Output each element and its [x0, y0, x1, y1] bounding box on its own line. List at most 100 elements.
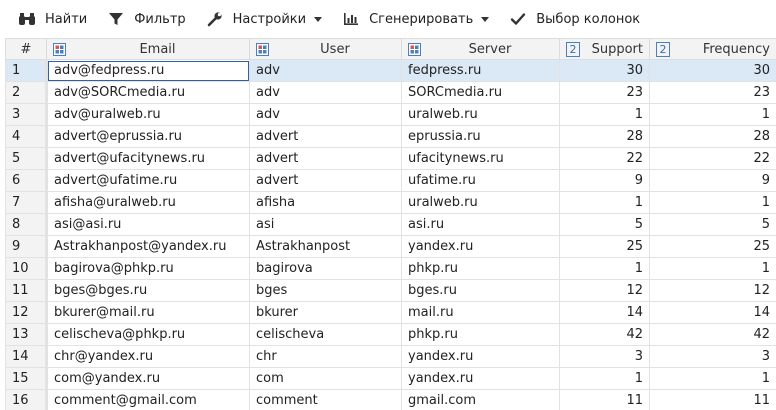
row-number[interactable]: 3: [5, 103, 47, 126]
support-cell[interactable]: 14: [559, 301, 650, 324]
email-cell[interactable]: advert@ufatime.ru: [45, 169, 250, 192]
row-number[interactable]: 8: [5, 213, 47, 236]
frequency-cell[interactable]: 22: [649, 147, 776, 170]
user-cell[interactable]: bagirova: [249, 257, 402, 280]
email-cell[interactable]: adv@uralweb.ru: [45, 103, 250, 126]
frequency-cell[interactable]: 28: [649, 125, 776, 148]
row-number[interactable]: 12: [5, 301, 47, 324]
frequency-cell[interactable]: 1: [649, 367, 776, 390]
table-row[interactable]: 8 asi@asi.ru asi asi.ru 5 5: [5, 213, 776, 236]
server-cell[interactable]: yandex.ru: [401, 345, 560, 368]
support-cell[interactable]: 11: [559, 389, 650, 410]
user-cell[interactable]: bges: [249, 279, 402, 302]
row-number[interactable]: 1: [5, 59, 47, 82]
row-number[interactable]: 6: [5, 169, 47, 192]
column-header-user[interactable]: User: [249, 38, 402, 60]
email-cell[interactable]: com@yandex.ru: [45, 367, 250, 390]
column-header-num[interactable]: #: [5, 38, 47, 60]
user-cell[interactable]: advert: [249, 147, 402, 170]
support-cell[interactable]: 1: [559, 191, 650, 214]
email-cell[interactable]: adv@SORCmedia.ru: [45, 81, 250, 104]
server-cell[interactable]: yandex.ru: [401, 367, 560, 390]
server-cell[interactable]: phkp.ru: [401, 323, 560, 346]
frequency-cell[interactable]: 30: [649, 59, 776, 82]
row-number[interactable]: 14: [5, 345, 47, 368]
support-cell[interactable]: 28: [559, 125, 650, 148]
table-row[interactable]: 14 chr@yandex.ru chr yandex.ru 3 3: [5, 345, 776, 368]
user-cell[interactable]: asi: [249, 213, 402, 236]
server-cell[interactable]: mail.ru: [401, 301, 560, 324]
server-cell[interactable]: asi.ru: [401, 213, 560, 236]
row-number[interactable]: 9: [5, 235, 47, 258]
frequency-cell[interactable]: 25: [649, 235, 776, 258]
table-row[interactable]: 3 adv@uralweb.ru adv uralweb.ru 1 1: [5, 103, 776, 126]
frequency-cell[interactable]: 23: [649, 81, 776, 104]
row-number[interactable]: 4: [5, 125, 47, 148]
generate-button[interactable]: Сгенерировать: [342, 5, 490, 33]
email-cell[interactable]: advert@eprussia.ru: [45, 125, 250, 148]
table-row[interactable]: 10 bagirova@phkp.ru bagirova phkp.ru 1 1: [5, 257, 776, 280]
server-cell[interactable]: phkp.ru: [401, 257, 560, 280]
email-cell[interactable]: bges@bges.ru: [45, 279, 250, 302]
email-cell[interactable]: celischeva@phkp.ru: [45, 323, 250, 346]
email-cell[interactable]: chr@yandex.ru: [45, 345, 250, 368]
support-cell[interactable]: 25: [559, 235, 650, 258]
support-cell[interactable]: 3: [559, 345, 650, 368]
row-number[interactable]: 10: [5, 257, 47, 280]
filter-button[interactable]: Фильтр: [107, 5, 186, 33]
support-cell[interactable]: 1: [559, 103, 650, 126]
frequency-cell[interactable]: 14: [649, 301, 776, 324]
server-cell[interactable]: ufacitynews.ru: [401, 147, 560, 170]
table-row[interactable]: 13 celischeva@phkp.ru celischeva phkp.ru 42 4…: [5, 323, 776, 346]
email-cell[interactable]: Astrakhanpost@yandex.ru: [45, 235, 250, 258]
frequency-cell[interactable]: 1: [649, 103, 776, 126]
table-row[interactable]: 9 Astrakhanpost@yandex.ru Astrakhanpost yan…: [5, 235, 776, 258]
table-row[interactable]: 1 adv@fedpress.ru adv fedpress.ru 30 30: [5, 59, 776, 82]
email-cell[interactable]: bagirova@phkp.ru: [45, 257, 250, 280]
email-cell[interactable]: asi@asi.ru: [45, 213, 250, 236]
support-cell[interactable]: 30: [559, 59, 650, 82]
table-row[interactable]: 5 advert@ufacitynews.ru advert ufacitynews.…: [5, 147, 776, 170]
user-cell[interactable]: adv: [249, 81, 402, 104]
frequency-cell[interactable]: 1: [649, 191, 776, 214]
email-cell[interactable]: bkurer@mail.ru: [45, 301, 250, 324]
user-cell[interactable]: adv: [249, 59, 402, 82]
user-cell[interactable]: adv: [249, 103, 402, 126]
server-cell[interactable]: uralweb.ru: [401, 103, 560, 126]
email-cell[interactable]: adv@fedpress.ru: [45, 59, 250, 82]
support-cell[interactable]: 9: [559, 169, 650, 192]
support-cell[interactable]: 1: [559, 367, 650, 390]
row-number[interactable]: 15: [5, 367, 47, 390]
user-cell[interactable]: celischeva: [249, 323, 402, 346]
row-number[interactable]: 2: [5, 81, 47, 104]
row-number[interactable]: 13: [5, 323, 47, 346]
user-cell[interactable]: com: [249, 367, 402, 390]
frequency-cell[interactable]: 9: [649, 169, 776, 192]
email-cell[interactable]: afisha@uralweb.ru: [45, 191, 250, 214]
email-cell[interactable]: advert@ufacitynews.ru: [45, 147, 250, 170]
frequency-cell[interactable]: 12: [649, 279, 776, 302]
columns-button[interactable]: Выбор колонок: [509, 5, 640, 33]
server-cell[interactable]: gmail.com: [401, 389, 560, 410]
user-cell[interactable]: chr: [249, 345, 402, 368]
email-cell[interactable]: comment@gmail.com: [45, 389, 250, 410]
row-number[interactable]: 11: [5, 279, 47, 302]
support-cell[interactable]: 5: [559, 213, 650, 236]
find-button[interactable]: Найти: [18, 5, 87, 33]
user-cell[interactable]: advert: [249, 169, 402, 192]
column-header-frequency[interactable]: 2 Frequency: [649, 38, 776, 60]
server-cell[interactable]: SORCmedia.ru: [401, 81, 560, 104]
frequency-cell[interactable]: 42: [649, 323, 776, 346]
user-cell[interactable]: advert: [249, 125, 402, 148]
user-cell[interactable]: bkurer: [249, 301, 402, 324]
support-cell[interactable]: 22: [559, 147, 650, 170]
row-number[interactable]: 7: [5, 191, 47, 214]
frequency-cell[interactable]: 1: [649, 257, 776, 280]
server-cell[interactable]: eprussia.ru: [401, 125, 560, 148]
column-header-email[interactable]: Email: [46, 38, 250, 60]
table-row[interactable]: 15 com@yandex.ru com yandex.ru 1 1: [5, 367, 776, 390]
table-row[interactable]: 2 adv@SORCmedia.ru adv SORCmedia.ru 23 23: [5, 81, 776, 104]
server-cell[interactable]: uralweb.ru: [401, 191, 560, 214]
support-cell[interactable]: 12: [559, 279, 650, 302]
server-cell[interactable]: fedpress.ru: [401, 59, 560, 82]
